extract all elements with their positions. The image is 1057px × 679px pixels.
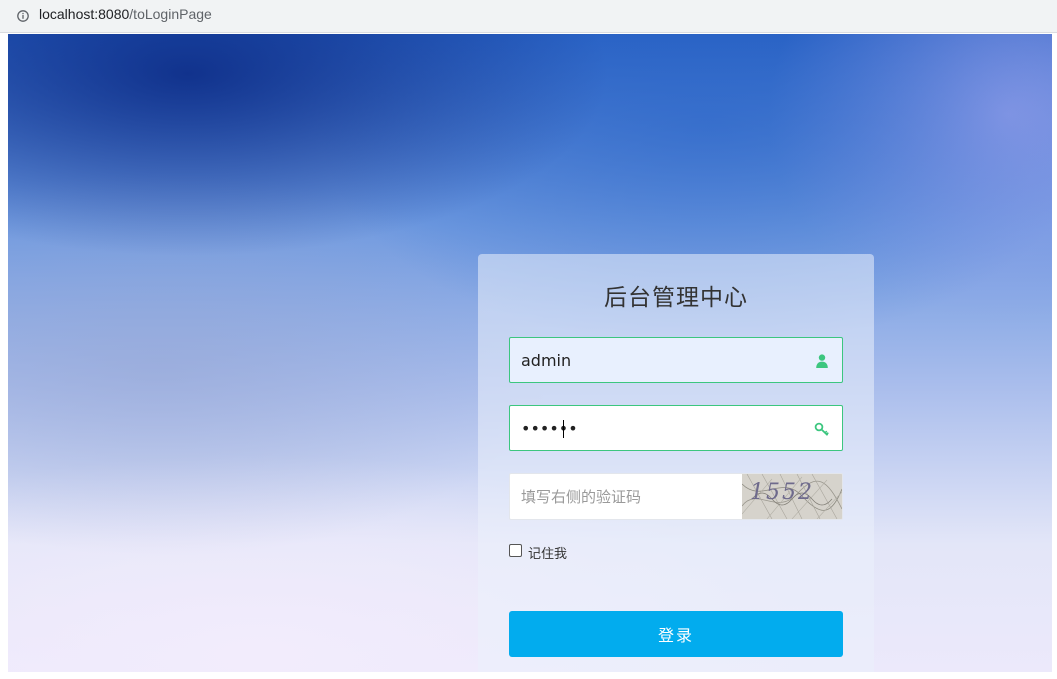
url-host: localhost:8080	[39, 6, 130, 22]
captcha-text: 1552	[750, 480, 814, 505]
info-icon[interactable]	[17, 10, 29, 22]
address-bar[interactable]: localhost:8080/toLoginPage	[0, 0, 1057, 33]
password-input[interactable]	[510, 406, 800, 450]
password-field[interactable]	[509, 405, 843, 451]
login-title: 后台管理中心	[604, 285, 748, 311]
username-field[interactable]	[509, 337, 843, 383]
url-text[interactable]: localhost:8080/toLoginPage	[39, 6, 212, 22]
captcha-image[interactable]: 1552	[742, 474, 842, 519]
page-background: 后台管理中心 admin •••••• 填写右侧的验证码 1552 记住我 登录	[8, 34, 1052, 672]
captcha-field[interactable]: 1552	[509, 473, 843, 520]
remember-label: 记住我	[528, 547, 568, 562]
login-card: 后台管理中心 admin •••••• 填写右侧的验证码 1552 记住我 登录	[478, 254, 874, 672]
user-icon	[816, 354, 828, 368]
key-icon	[814, 422, 829, 436]
username-input[interactable]	[510, 338, 800, 382]
text-cursor	[563, 420, 564, 438]
url-path: /toLoginPage	[129, 6, 212, 22]
login-button[interactable]: 登录	[509, 611, 843, 657]
remember-checkbox[interactable]	[509, 544, 522, 557]
captcha-input[interactable]	[510, 474, 742, 519]
